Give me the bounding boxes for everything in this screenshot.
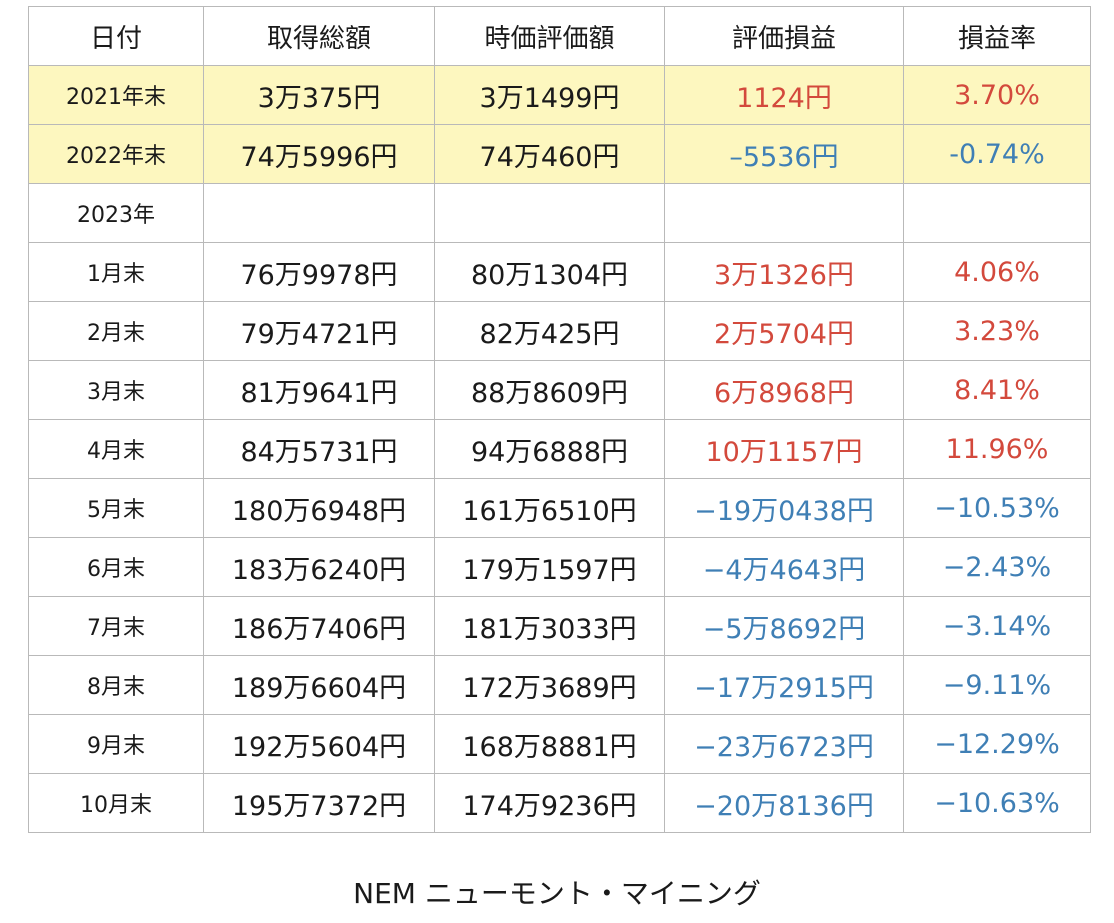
cell-rate: −2.43%	[903, 537, 1091, 597]
cell-date: 2022年末	[28, 124, 204, 184]
table-row: 5月末 180万6948円 161万6510円 −19万0438円 −10.53%	[28, 478, 1091, 538]
cell-profit-loss	[664, 183, 904, 243]
cell-rate: 4.06%	[903, 242, 1091, 302]
cell-profit-loss: −4万4643円	[664, 537, 904, 597]
header-row: 日付 取得総額 時価評価額 評価損益 損益率	[28, 6, 1091, 66]
table-body: 日付 取得総額 時価評価額 評価損益 損益率 2021年末 3万375円 3万149…	[28, 6, 1091, 833]
cell-cost: 84万5731円	[203, 419, 435, 479]
cell-profit-loss: 2万5704円	[664, 301, 904, 361]
cell-market-value: 3万1499円	[434, 65, 665, 125]
cell-cost: 3万375円	[203, 65, 435, 125]
cell-market-value: 174万9236円	[434, 773, 665, 833]
cell-profit-loss: −5万8692円	[664, 596, 904, 656]
cell-rate: −10.53%	[903, 478, 1091, 538]
cell-market-value: 82万425円	[434, 301, 665, 361]
cell-market-value: 181万3033円	[434, 596, 665, 656]
cell-market-value: 161万6510円	[434, 478, 665, 538]
cell-cost: 189万6604円	[203, 655, 435, 715]
cell-profit-loss: 1124円	[664, 65, 904, 125]
cell-cost: 81万9641円	[203, 360, 435, 420]
holdings-table: 日付 取得総額 時価評価額 評価損益 損益率 2021年末 3万375円 3万149…	[28, 6, 1091, 833]
cell-profit-loss: –5536円	[664, 124, 904, 184]
cell-cost: 195万7372円	[203, 773, 435, 833]
table-row: 6月末 183万6240円 179万1597円 −4万4643円 −2.43%	[28, 537, 1091, 597]
table-row: 1月末 76万9978円 80万1304円 3万1326円 4.06%	[28, 242, 1091, 302]
cell-date: 2023年	[28, 183, 204, 243]
table-row: 2021年末 3万375円 3万1499円 1124円 3.70%	[28, 65, 1091, 125]
cell-cost: 74万5996円	[203, 124, 435, 184]
cell-cost: 76万9978円	[203, 242, 435, 302]
table-row: 3月末 81万9641円 88万8609円 6万8968円 8.41%	[28, 360, 1091, 420]
cell-profit-loss: −19万0438円	[664, 478, 904, 538]
header-cost: 取得総額	[203, 6, 435, 66]
cell-profit-loss: 10万1157円	[664, 419, 904, 479]
table-row: 4月末 84万5731円 94万6888円 10万1157円 11.96%	[28, 419, 1091, 479]
cell-profit-loss: 6万8968円	[664, 360, 904, 420]
cell-cost: 79万4721円	[203, 301, 435, 361]
cell-date: 4月末	[28, 419, 204, 479]
cell-rate	[903, 183, 1091, 243]
table-row: 2023年	[28, 183, 1091, 243]
cell-cost	[203, 183, 435, 243]
cell-rate: -0.74%	[903, 124, 1091, 184]
header-date: 日付	[28, 6, 204, 66]
cell-market-value: 179万1597円	[434, 537, 665, 597]
cell-market-value: 88万8609円	[434, 360, 665, 420]
header-rate: 損益率	[903, 6, 1091, 66]
table-row: 7月末 186万7406円 181万3033円 −5万8692円 −3.14%	[28, 596, 1091, 656]
cell-market-value: 80万1304円	[434, 242, 665, 302]
cell-rate: 8.41%	[903, 360, 1091, 420]
cell-date: 7月末	[28, 596, 204, 656]
table-row: 2月末 79万4721円 82万425円 2万5704円 3.23%	[28, 301, 1091, 361]
cell-date: 8月末	[28, 655, 204, 715]
table-row: 10月末 195万7372円 174万9236円 −20万8136円 −10.63%	[28, 773, 1091, 833]
cell-cost: 183万6240円	[203, 537, 435, 597]
cell-date: 2021年末	[28, 65, 204, 125]
cell-rate: −12.29%	[903, 714, 1091, 774]
cell-rate: −3.14%	[903, 596, 1091, 656]
table-row: 8月末 189万6604円 172万3689円 −17万2915円 −9.11%	[28, 655, 1091, 715]
table-row: 2022年末 74万5996円 74万460円 –5536円 -0.74%	[28, 124, 1091, 184]
cell-profit-loss: −17万2915円	[664, 655, 904, 715]
cell-profit-loss: −20万8136円	[664, 773, 904, 833]
table-row: 9月末 192万5604円 168万8881円 −23万6723円 −12.29%	[28, 714, 1091, 774]
header-market-value: 時価評価額	[434, 6, 665, 66]
cell-market-value: 94万6888円	[434, 419, 665, 479]
cell-date: 1月末	[28, 242, 204, 302]
cell-date: 6月末	[28, 537, 204, 597]
cell-rate: 3.70%	[903, 65, 1091, 125]
cell-market-value: 168万8881円	[434, 714, 665, 774]
cell-cost: 180万6948円	[203, 478, 435, 538]
cell-cost: 186万7406円	[203, 596, 435, 656]
cell-rate: 3.23%	[903, 301, 1091, 361]
cell-date: 10月末	[28, 773, 204, 833]
cell-cost: 192万5604円	[203, 714, 435, 774]
cell-date: 3月末	[28, 360, 204, 420]
cell-rate: −10.63%	[903, 773, 1091, 833]
cell-profit-loss: 3万1326円	[664, 242, 904, 302]
table-caption: NEM ニューモント・マイニング	[353, 877, 761, 910]
cell-date: 9月末	[28, 714, 204, 774]
cell-market-value: 74万460円	[434, 124, 665, 184]
cell-market-value: 172万3689円	[434, 655, 665, 715]
cell-rate: 11.96%	[903, 419, 1091, 479]
cell-rate: −9.11%	[903, 655, 1091, 715]
header-profit-loss: 評価損益	[664, 6, 904, 66]
cell-market-value	[434, 183, 665, 243]
cell-date: 5月末	[28, 478, 204, 538]
cell-date: 2月末	[28, 301, 204, 361]
cell-profit-loss: −23万6723円	[664, 714, 904, 774]
